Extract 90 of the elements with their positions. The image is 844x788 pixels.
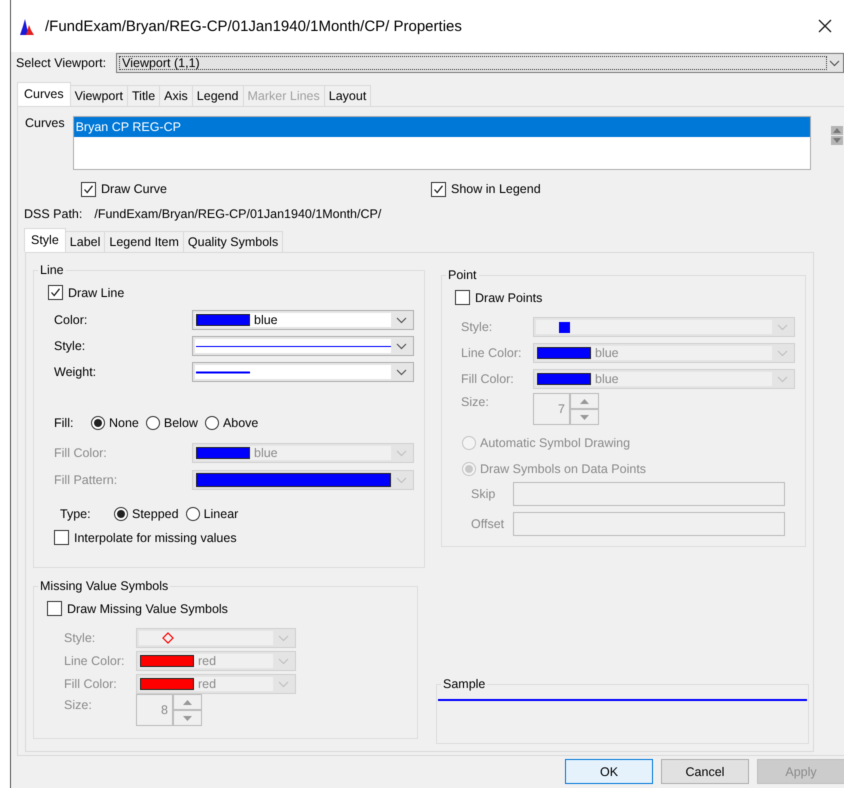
checkbox-label: Draw Line (68, 286, 124, 300)
field-label: Style: (54, 339, 86, 353)
field-label: Fill Color: (54, 446, 108, 460)
checkbox-label: Draw Missing Value Symbols (67, 602, 228, 616)
chevron-icon (776, 350, 788, 356)
field-label: Line Color: (461, 346, 522, 360)
chevron-icon (396, 368, 406, 376)
radio-label: Stepped (132, 507, 179, 521)
checkbox[interactable] (81, 182, 96, 196)
checkbox-label: Draw Points (475, 290, 542, 304)
color-name: blue (254, 313, 278, 327)
group-title: Missing Value Symbols (38, 579, 170, 593)
list-item[interactable]: Bryan CP REG-CP (74, 117, 810, 137)
color-name: red (198, 654, 216, 668)
down-triangle-icon (183, 716, 192, 720)
checkbox-label: Show in Legend (451, 182, 541, 196)
field-label: Weight: (54, 365, 98, 379)
dialog-button[interactable]: Cancel (661, 759, 749, 784)
field-label: Color: (54, 313, 88, 327)
chevron-icon (278, 658, 288, 664)
color-name: blue (595, 372, 619, 386)
field-label: Style: (64, 631, 96, 645)
chevron-icon (776, 324, 788, 330)
window-title: /FundExam/Bryan/REG-CP/01Jan1940/1Month/CP/ Properties (45, 18, 463, 34)
field-label: Fill: (54, 416, 74, 430)
radio-label: Below (164, 416, 198, 430)
chevron-icon (278, 634, 288, 642)
field-label: Curves (25, 116, 65, 132)
tab[interactable]: Legend (192, 85, 244, 106)
tab[interactable]: Viewport (70, 85, 128, 106)
checkbox-label: Draw Curve (101, 182, 167, 196)
close-icon[interactable] (818, 19, 832, 33)
radio-button[interactable] (91, 416, 105, 430)
chevron-icon (396, 316, 406, 324)
field-label: Style: (461, 320, 494, 334)
tab[interactable]: Legend Item (104, 231, 184, 252)
down-triangle-icon (580, 414, 589, 420)
curves-list[interactable]: Bryan CP REG-CP (72, 116, 811, 170)
color-name: blue (595, 346, 619, 360)
checkbox[interactable] (455, 290, 470, 305)
radio-label: Draw Symbols on Data Points (480, 462, 646, 476)
tab[interactable]: Curves (17, 82, 71, 106)
radio-button[interactable] (204, 416, 219, 430)
viewport-dropdown[interactable]: Viewport (1,1) (116, 53, 844, 73)
field-label: Skip (471, 487, 496, 501)
field-label: Offset (471, 517, 506, 531)
radio-label: Automatic Symbol Drawing (480, 436, 630, 450)
move-up-icon[interactable] (830, 126, 843, 135)
up-triangle-icon (580, 398, 589, 404)
checkbox[interactable] (431, 182, 446, 196)
color-name: red (198, 677, 216, 691)
field-label: Fill Color: (64, 677, 118, 691)
field-label: Size: (64, 698, 93, 712)
move-down-icon[interactable] (830, 136, 843, 145)
field-label: Size: (461, 395, 490, 409)
checkbox[interactable] (48, 285, 63, 300)
tab[interactable]: Layout (324, 85, 372, 106)
checkbox-label: Interpolate for missing values (74, 530, 237, 544)
tab[interactable]: Style (24, 228, 66, 252)
field-label: DSS Path: (24, 206, 82, 222)
field-label: Fill Color: (461, 372, 515, 386)
tab[interactable]: Quality Symbols (182, 231, 284, 252)
dropdown[interactable]: blue (192, 310, 414, 330)
field-label: Select Viewport: (16, 56, 106, 70)
chevron-icon (396, 342, 406, 350)
radio-button[interactable] (146, 416, 160, 430)
dropdown[interactable] (192, 336, 414, 356)
checkbox[interactable] (54, 530, 69, 545)
chevron-icon (396, 476, 406, 484)
field-label: Fill Pattern: (54, 473, 118, 487)
dialog-button[interactable]: OK (565, 759, 653, 784)
group-title: Point (446, 268, 478, 282)
radio-button[interactable] (186, 507, 200, 521)
chevron-icon (776, 376, 788, 382)
field-label: Line Color: (64, 654, 126, 668)
radio-button[interactable] (114, 507, 128, 521)
radio-label: Linear (204, 507, 238, 521)
chevron-icon (278, 680, 288, 688)
radio-label: None (109, 416, 139, 430)
dropdown[interactable] (192, 362, 414, 382)
field-label: Type: (60, 507, 92, 521)
path-text: /FundExam/Bryan/REG-CP/01Jan1940/1Month/CP/ (94, 206, 382, 222)
checkbox[interactable] (47, 601, 62, 616)
group-title: Line (38, 263, 66, 277)
radio-label: Above (222, 416, 258, 430)
color-name: blue (254, 446, 278, 460)
chevron-icon (829, 60, 840, 67)
chevron-icon (396, 450, 406, 456)
group-title: Sample (441, 677, 488, 691)
up-triangle-icon (183, 700, 192, 704)
